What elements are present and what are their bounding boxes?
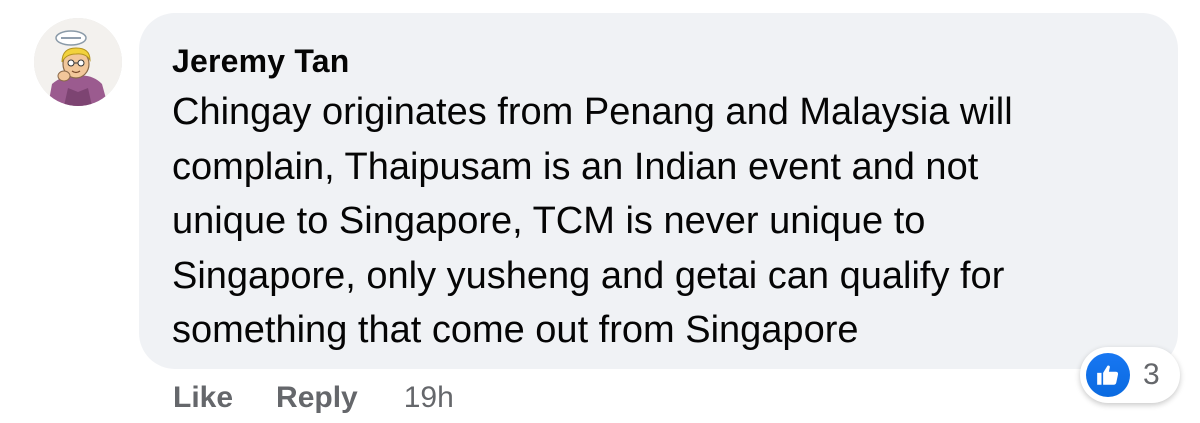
thumbs-up-icon bbox=[1086, 353, 1130, 397]
comment-text-line: complain, Thaipusam is an Indian event a… bbox=[172, 145, 979, 188]
comment-bubble: Jeremy Tan Chingay originates from Penan… bbox=[139, 13, 1178, 369]
reaction-summary[interactable]: 3 bbox=[1080, 347, 1180, 403]
cartoon-portrait-icon bbox=[34, 18, 122, 106]
comment-text-line: unique to Singapore, TCM is never unique… bbox=[172, 200, 926, 242]
reply-button[interactable]: Reply bbox=[276, 378, 358, 418]
comment-timestamp[interactable]: 19h bbox=[404, 378, 454, 418]
comment-actions: Like Reply 19h bbox=[173, 378, 454, 418]
reaction-count: 3 bbox=[1143, 358, 1160, 391]
comment-text-line: something that come out from Singapore bbox=[172, 309, 859, 351]
comment-text-line: Singapore, only yusheng and getai can qu… bbox=[172, 254, 1005, 297]
comment-text: Chingay originates from Penang and Malay… bbox=[172, 85, 1148, 358]
avatar[interactable] bbox=[34, 18, 122, 106]
comment-container: Jeremy Tan Chingay originates from Penan… bbox=[0, 0, 1200, 423]
comment-author[interactable]: Jeremy Tan bbox=[172, 41, 1148, 81]
like-button[interactable]: Like bbox=[173, 378, 233, 418]
comment-text-line: Chingay originates from Penang and Malay… bbox=[172, 91, 1013, 133]
